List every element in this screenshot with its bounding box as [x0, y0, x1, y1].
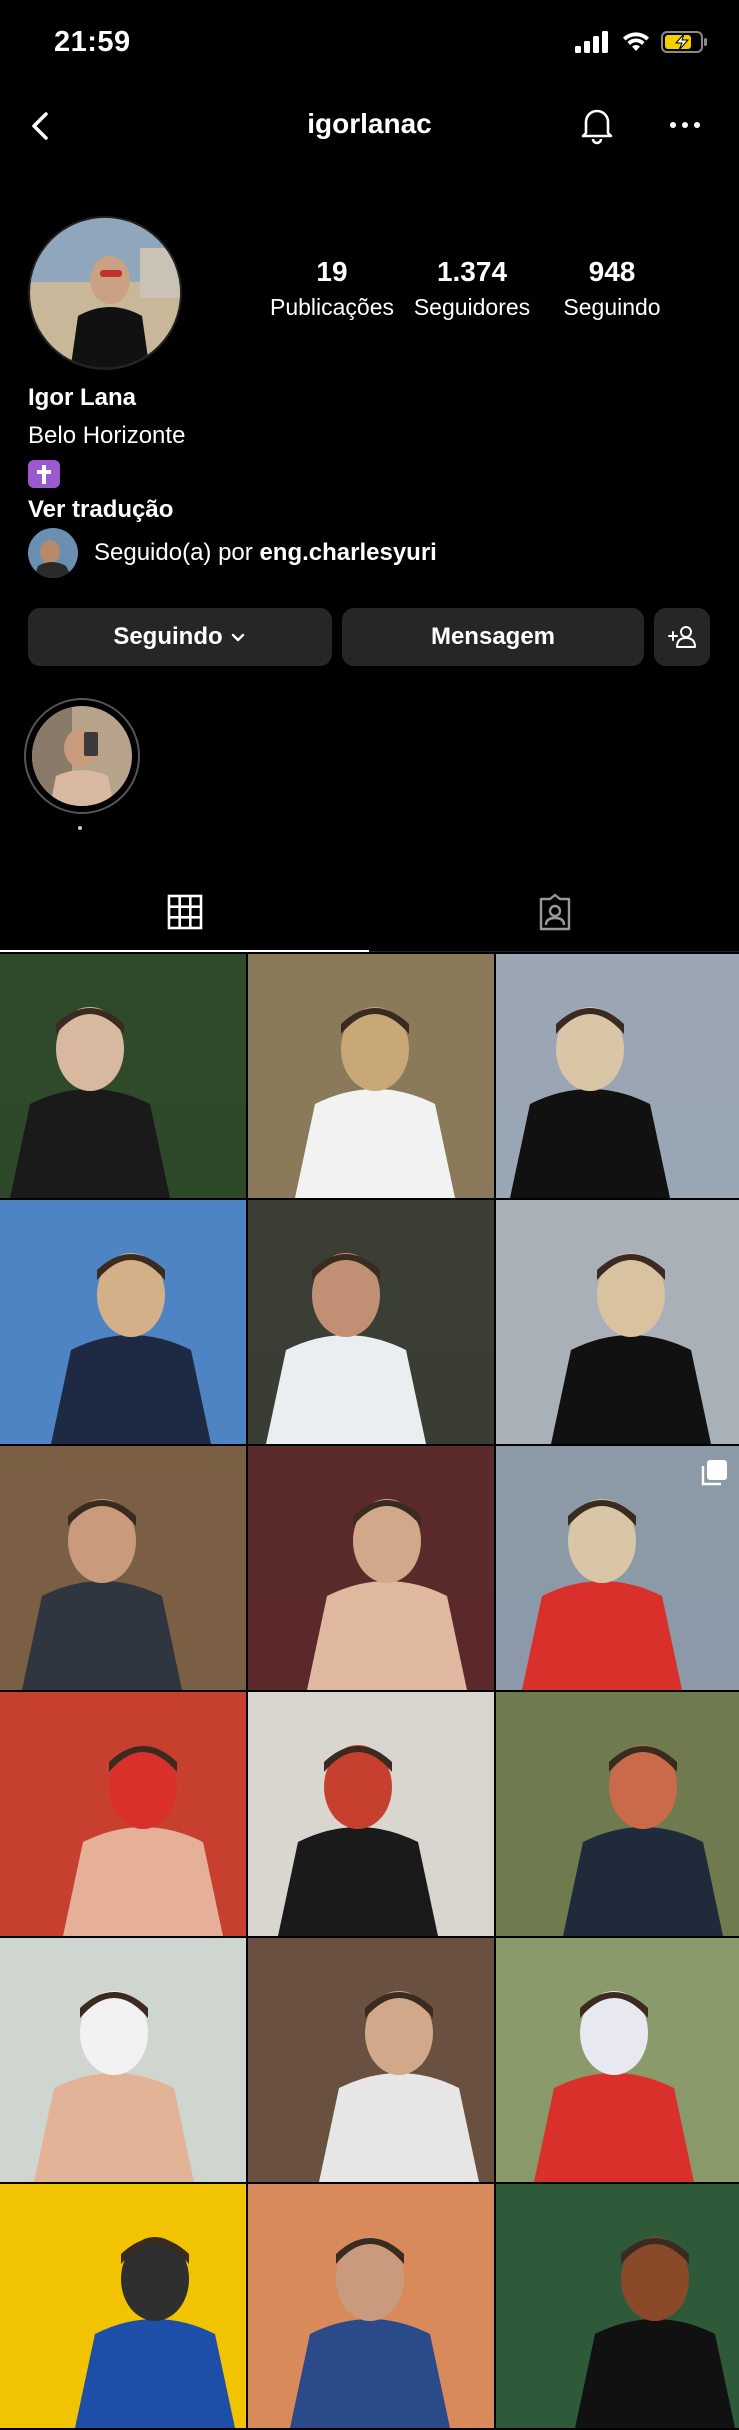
suggest-people-button[interactable] [654, 608, 710, 666]
post-thumbnail[interactable] [496, 1692, 739, 1936]
post-thumbnail[interactable] [248, 954, 494, 1198]
post-image [496, 2184, 739, 2428]
grid-icon [167, 894, 202, 930]
post-image [0, 1446, 246, 1690]
post-image [248, 1446, 494, 1690]
post-image [248, 1200, 494, 1444]
story-highlight[interactable] [24, 698, 140, 814]
more-options-icon[interactable] [662, 102, 708, 148]
mutual-follower-username[interactable]: eng.charlesyuri [259, 539, 436, 566]
signal-icon [575, 31, 608, 53]
status-time: 21:59 [54, 26, 131, 58]
notification-bell-icon[interactable] [574, 102, 620, 148]
profile-header: igorlanac [0, 88, 739, 162]
tab-tagged[interactable] [370, 874, 739, 952]
post-thumbnail[interactable] [248, 1200, 494, 1444]
post-thumbnail[interactable] [248, 1446, 494, 1690]
post-image [496, 1692, 739, 1936]
profile-stats: 19 Publicações 1.374 Seguidores 948 Segu… [262, 256, 682, 321]
message-button[interactable]: Mensagem [342, 608, 644, 666]
posts-grid [0, 954, 739, 2428]
battery-charging-icon [661, 31, 707, 53]
mutual-follower-avatar [28, 528, 78, 578]
stat-following[interactable]: 948 Seguindo [542, 256, 682, 321]
post-thumbnail[interactable] [496, 1446, 739, 1690]
stat-followers-label: Seguidores [413, 294, 531, 320]
post-thumbnail[interactable] [248, 1938, 494, 2182]
post-image [496, 1938, 739, 2182]
profile-actions: Seguindo Mensagem [28, 608, 710, 666]
message-button-label: Mensagem [430, 623, 556, 650]
tab-posts-grid[interactable] [0, 874, 369, 952]
wifi-icon [623, 32, 649, 51]
add-person-icon [668, 626, 696, 648]
post-thumbnail[interactable] [496, 954, 739, 1198]
chevron-down-icon [231, 633, 244, 642]
latin-cross-emoji-icon [28, 460, 60, 488]
post-image [248, 1938, 494, 2182]
profile-username: igorlanac [307, 108, 432, 139]
following-button-label: Seguindo [113, 623, 223, 650]
post-thumbnail[interactable] [0, 2184, 246, 2428]
post-image [0, 1200, 246, 1444]
profile-city: Belo Horizonte [28, 422, 186, 449]
stat-following-label: Seguindo [563, 294, 661, 320]
following-button[interactable]: Seguindo [28, 608, 332, 666]
post-image [496, 1200, 739, 1444]
post-thumbnail[interactable] [496, 1200, 739, 1444]
post-thumbnail[interactable] [248, 2184, 494, 2428]
stat-following-count: 948 [588, 256, 636, 287]
carousel-icon [701, 1460, 727, 1486]
post-thumbnail[interactable] [0, 1446, 246, 1690]
post-thumbnail[interactable] [496, 1938, 739, 2182]
profile-avatar[interactable] [28, 216, 182, 370]
followed-by-row[interactable]: Seguido(a) por eng.charlesyuri [28, 528, 437, 578]
post-image [248, 1692, 494, 1936]
story-highlight-cover [32, 706, 132, 806]
stat-posts[interactable]: 19 Publicações [262, 256, 402, 321]
post-thumbnail[interactable] [0, 954, 246, 1198]
tagged-icon [539, 893, 570, 931]
post-image [248, 954, 494, 1198]
post-thumbnail[interactable] [248, 1692, 494, 1936]
stat-posts-label: Publicações [269, 294, 395, 320]
post-thumbnail[interactable] [0, 1200, 246, 1444]
profile-tabs [0, 874, 739, 952]
stat-followers-count: 1.374 [436, 256, 508, 287]
post-image [248, 2184, 494, 2428]
profile-name: Igor Lana [28, 384, 137, 411]
post-thumbnail[interactable] [0, 1938, 246, 2182]
followed-by-text: Seguido(a) por eng.charlesyuri [94, 539, 437, 567]
post-thumbnail[interactable] [496, 2184, 739, 2428]
post-image [0, 954, 246, 1198]
stat-posts-count: 19 [316, 256, 348, 287]
status-icons [575, 30, 709, 54]
followed-by-prefix: Seguido(a) por [94, 539, 260, 566]
status-bar: 21:59 [0, 0, 739, 88]
post-image [0, 2184, 246, 2428]
post-image [0, 1692, 246, 1936]
post-image [0, 1938, 246, 2182]
story-highlight-label-dot [78, 826, 82, 830]
see-translation-link[interactable]: Ver tradução [28, 496, 185, 524]
post-image [496, 954, 739, 1198]
stat-followers[interactable]: 1.374 Seguidores [402, 256, 542, 321]
post-thumbnail[interactable] [0, 1692, 246, 1936]
profile-bio: Igor Lana Belo Horizonte Ver tradução [28, 384, 185, 524]
